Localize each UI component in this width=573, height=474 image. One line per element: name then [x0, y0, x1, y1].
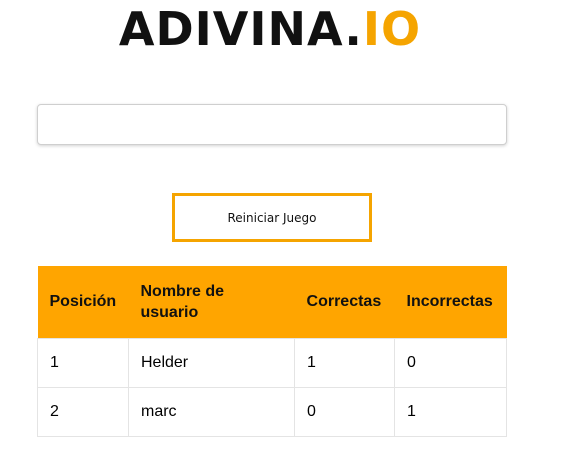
table-row: 2 marc 0 1 [37, 386, 507, 437]
table-header-row: Posición Nombre de usuario Correctas Inc… [37, 266, 507, 338]
cell-correct: 1 [294, 337, 395, 388]
header-username: Nombre de usuario [128, 266, 295, 338]
header-correct: Correctas [294, 266, 395, 338]
guess-input[interactable] [37, 104, 507, 145]
header-position: Posición [37, 266, 129, 338]
cell-incorrect: 1 [394, 386, 507, 437]
cell-correct: 0 [294, 386, 395, 437]
logo: ADIVINA.IO [0, 0, 540, 58]
reset-game-button[interactable]: Reiniciar Juego [172, 193, 372, 242]
ranking-table: Posición Nombre de usuario Correctas Inc… [37, 266, 507, 437]
logo-main-text: ADIVINA. [118, 2, 363, 56]
cell-username: marc [127, 386, 296, 437]
cell-position: 1 [37, 337, 129, 388]
cell-position: 2 [37, 386, 129, 437]
header-incorrect: Incorrectas [394, 266, 507, 338]
page: ADIVINA.IO Reiniciar Juego Posición Nomb… [0, 0, 573, 474]
table-row: 1 Helder 1 0 [37, 337, 507, 388]
cell-username: Helder [127, 337, 296, 388]
cell-incorrect: 0 [394, 337, 507, 388]
logo-accent-text: IO [362, 2, 422, 56]
